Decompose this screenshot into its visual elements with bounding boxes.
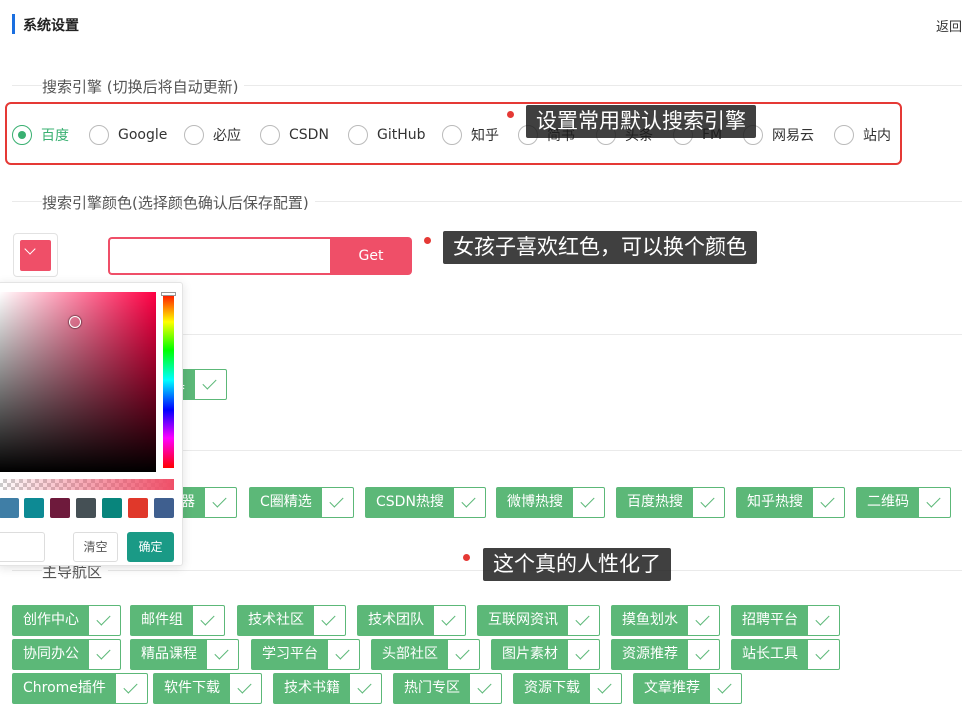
nav-tag[interactable]: 资源下载: [513, 673, 622, 704]
check-icon: [328, 640, 359, 669]
nav-tag[interactable]: 邮件组: [130, 605, 225, 636]
engine-option-zhihu[interactable]: 知乎: [442, 125, 499, 145]
check-icon: [434, 606, 465, 635]
nav-tag[interactable]: 互联网资讯: [477, 605, 600, 636]
nav-tag[interactable]: 技术团队: [357, 605, 466, 636]
check-icon: [230, 674, 261, 703]
annotation-label: 设置常用默认搜索引擎: [526, 105, 756, 138]
check-icon: [207, 640, 238, 669]
radio-icon: [348, 125, 368, 145]
nav-tag[interactable]: 站长工具: [731, 639, 840, 670]
check-icon: [808, 606, 839, 635]
engine-section-label: 搜索引擎 (切换后将自动更新): [42, 76, 245, 97]
engine-option-google[interactable]: Google: [89, 125, 167, 145]
radio-icon: [184, 125, 204, 145]
engine-option-github[interactable]: GitHub: [348, 125, 426, 145]
nav-tag[interactable]: 创作中心: [12, 605, 121, 636]
color-value-input[interactable]: [108, 237, 332, 275]
check-icon: [808, 640, 839, 669]
nav-tag[interactable]: 技术社区: [237, 605, 346, 636]
engine-option-csdn[interactable]: CSDN: [260, 125, 329, 145]
get-color-button[interactable]: Get: [330, 237, 412, 275]
nav-tag[interactable]: 摸鱼划水: [611, 605, 720, 636]
check-icon: [470, 674, 501, 703]
check-icon: [573, 488, 604, 517]
check-icon: [314, 606, 345, 635]
nav-tag[interactable]: 文章推荐: [633, 673, 742, 704]
hue-slider-thumb[interactable]: [161, 292, 176, 296]
preset-color[interactable]: [76, 498, 96, 518]
check-icon: [813, 488, 844, 517]
quick-tag[interactable]: 微博热搜: [496, 487, 605, 518]
engine-option-bing[interactable]: 必应: [184, 125, 241, 145]
preset-color[interactable]: [24, 498, 44, 518]
engine-option-site[interactable]: 站内: [834, 125, 891, 145]
check-icon: [322, 488, 353, 517]
radio-icon: [260, 125, 280, 145]
color-cursor[interactable]: [69, 316, 81, 328]
preset-color[interactable]: [154, 498, 174, 518]
color-picker-panel: 清空 确定: [0, 282, 183, 566]
radio-icon: [89, 125, 109, 145]
check-icon: [448, 640, 479, 669]
engine-option-baidu[interactable]: 百度: [12, 125, 69, 145]
alpha-slider[interactable]: [0, 479, 174, 490]
check-icon: [116, 674, 147, 703]
back-link[interactable]: 返回: [936, 16, 962, 35]
check-icon: [590, 674, 621, 703]
quick-tag[interactable]: 百度热搜: [616, 487, 725, 518]
preset-color[interactable]: [50, 498, 70, 518]
radio-icon: [442, 125, 462, 145]
check-icon: [89, 606, 120, 635]
annotation-marker: [507, 111, 514, 118]
color-swatch-trigger[interactable]: [13, 233, 58, 277]
preset-color[interactable]: [128, 498, 148, 518]
page-title: 系统设置: [23, 18, 79, 34]
quick-tag[interactable]: C圈精选: [249, 487, 354, 518]
nav-tag[interactable]: 技术书籍: [273, 673, 382, 704]
nav-tag[interactable]: 头部社区: [371, 639, 480, 670]
annotation-marker: [424, 237, 431, 244]
nav-tag[interactable]: 资源推荐: [611, 639, 720, 670]
check-icon: [688, 640, 719, 669]
check-icon: [710, 674, 741, 703]
title-accent-bar: [12, 14, 15, 34]
check-icon: [193, 606, 224, 635]
annotation-label: 女孩子喜欢红色，可以换个颜色: [443, 231, 757, 264]
preset-color[interactable]: [102, 498, 122, 518]
nav-tag[interactable]: 招聘平台: [731, 605, 840, 636]
check-icon: [195, 370, 226, 399]
confirm-button[interactable]: 确定: [127, 532, 174, 562]
nav-tag[interactable]: 协同办公: [12, 639, 121, 670]
saturation-value-area[interactable]: [0, 292, 156, 472]
preset-color[interactable]: [0, 498, 19, 518]
color-section-label: 搜索引擎颜色(选择颜色确认后保存配置): [42, 192, 315, 213]
check-icon: [688, 606, 719, 635]
hue-slider[interactable]: [163, 292, 174, 468]
check-icon: [350, 674, 381, 703]
check-icon: [919, 488, 950, 517]
quick-tag[interactable]: 二维码: [856, 487, 951, 518]
nav-tag[interactable]: 图片素材: [491, 639, 600, 670]
clear-button[interactable]: 清空: [73, 532, 118, 562]
current-color-swatch: [20, 240, 51, 271]
nav-tag[interactable]: 学习平台: [251, 639, 360, 670]
annotation-label: 这个真的人性化了: [483, 548, 671, 581]
nav-tag[interactable]: 热门专区: [393, 673, 502, 704]
quick-tag[interactable]: 知乎热搜: [736, 487, 845, 518]
check-icon: [205, 488, 236, 517]
nav-tag[interactable]: 精品课程: [130, 639, 239, 670]
hex-value-input[interactable]: [0, 532, 45, 562]
quick-tag[interactable]: CSDN热搜: [365, 487, 486, 518]
nav-tag[interactable]: 软件下载: [153, 673, 262, 704]
check-icon: [693, 488, 724, 517]
annotation-marker: [463, 554, 470, 561]
check-icon: [454, 488, 485, 517]
check-icon: [568, 640, 599, 669]
radio-icon: [834, 125, 854, 145]
check-icon: [89, 640, 120, 669]
check-icon: [568, 606, 599, 635]
radio-selected-icon: [12, 125, 32, 145]
nav-tag[interactable]: Chrome插件: [12, 673, 148, 704]
